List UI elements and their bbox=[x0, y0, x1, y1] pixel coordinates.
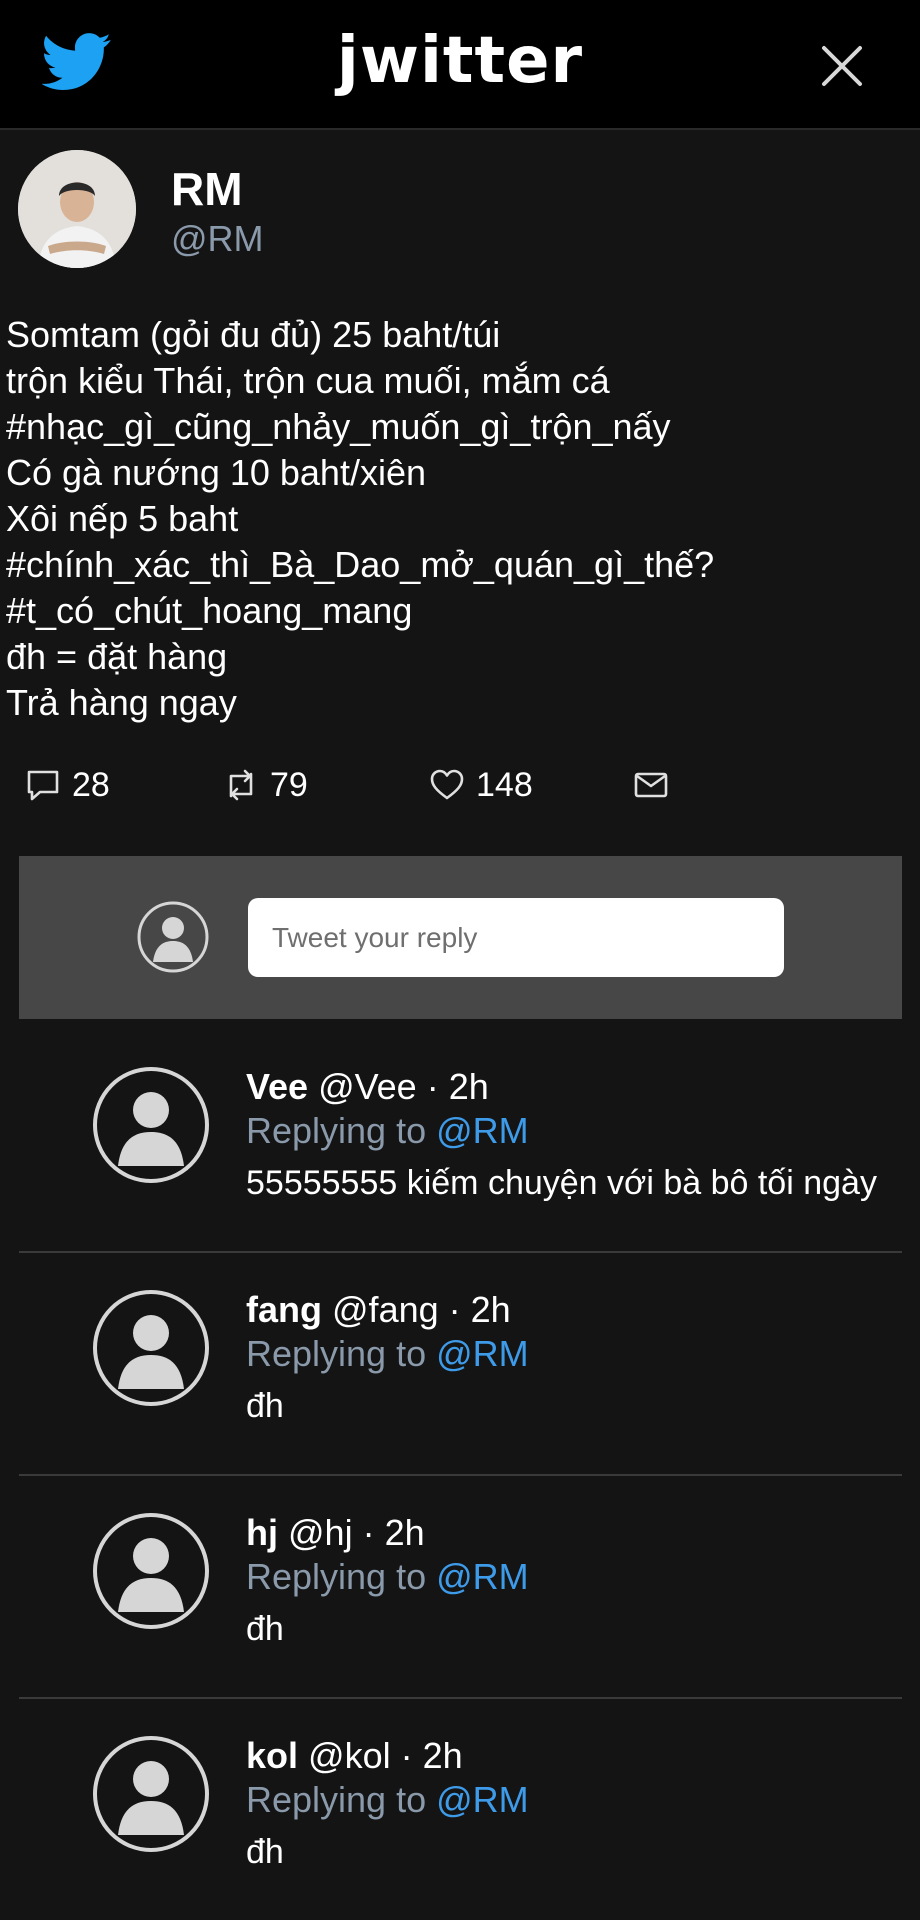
reply-item[interactable]: hj @hj · 2h Replying to @RM đh bbox=[0, 1476, 920, 1699]
author-handle[interactable]: @RM bbox=[171, 218, 264, 260]
like-action-button[interactable]: 148 bbox=[428, 760, 533, 810]
reply-author-handle[interactable]: @kol bbox=[308, 1735, 391, 1776]
user-avatar-icon[interactable] bbox=[92, 1066, 210, 1184]
reply-author-name[interactable]: fang bbox=[246, 1289, 322, 1330]
tweet-line: Có gà nướng 10 baht/xiên bbox=[6, 452, 426, 493]
tweet-line: Xôi nếp 5 baht bbox=[6, 498, 239, 539]
reply-author-handle[interactable]: @Vee bbox=[318, 1066, 417, 1107]
replying-to: Replying to @RM bbox=[246, 1333, 529, 1375]
reply-text: đh bbox=[246, 1387, 284, 1425]
tweet-actions: 28 79 148 bbox=[0, 760, 920, 810]
reply-author-name[interactable]: hj bbox=[246, 1512, 278, 1553]
user-avatar-icon[interactable] bbox=[92, 1735, 210, 1853]
reply-header: hj @hj · 2h bbox=[246, 1512, 425, 1554]
reply-list: Vee @Vee · 2h Replying to @RM 55555555 k… bbox=[0, 1030, 920, 1920]
user-avatar-icon[interactable] bbox=[92, 1512, 210, 1630]
tweet-line: Trả hàng ngay bbox=[6, 682, 237, 723]
tweet-line: đh = đặt hàng bbox=[6, 636, 228, 677]
mention-link[interactable]: @RM bbox=[436, 1110, 529, 1151]
replying-label: Replying to bbox=[246, 1333, 427, 1374]
reply-author-handle[interactable]: @hj bbox=[288, 1512, 353, 1553]
tweet-hashtag[interactable]: #nhạc_gì_cũng_nhảy_muốn_gì_trộn_nấy bbox=[6, 404, 906, 450]
author-name[interactable]: RM bbox=[171, 162, 243, 216]
reply-text: đh bbox=[246, 1833, 284, 1871]
mail-icon bbox=[634, 772, 668, 798]
close-icon[interactable] bbox=[818, 42, 866, 90]
tweet-hashtag[interactable]: #t_có_chút_hoang_mang bbox=[6, 588, 906, 634]
replying-to: Replying to @RM bbox=[246, 1110, 529, 1152]
mention-link[interactable]: @RM bbox=[436, 1556, 529, 1597]
retweet-action-button[interactable]: 79 bbox=[222, 760, 308, 810]
reply-time: · 2h bbox=[400, 1735, 463, 1776]
replying-to: Replying to @RM bbox=[246, 1556, 529, 1598]
replying-to: Replying to @RM bbox=[246, 1779, 529, 1821]
retweet-icon bbox=[229, 769, 253, 801]
reply-composer bbox=[19, 856, 902, 1019]
message-action-button[interactable] bbox=[632, 760, 670, 810]
reply-item[interactable]: fang @fang · 2h Replying to @RM đh bbox=[0, 1253, 920, 1476]
reply-text: đh bbox=[246, 1610, 284, 1648]
reply-input[interactable] bbox=[248, 898, 784, 977]
top-bar: jwitter bbox=[0, 0, 920, 130]
tweet-body: Somtam (gỏi đu đủ) 25 baht/túi trộn kiểu… bbox=[6, 312, 906, 726]
comment-icon bbox=[27, 770, 59, 801]
tweet-hashtag[interactable]: #chính_xác_thì_Bà_Dao_mở_quán_gì_thế? bbox=[6, 542, 906, 588]
heart-icon bbox=[430, 769, 464, 800]
reply-header: fang @fang · 2h bbox=[246, 1289, 511, 1331]
reply-header: Vee @Vee · 2h bbox=[246, 1066, 489, 1108]
reply-header: kol @kol · 2h bbox=[246, 1735, 463, 1777]
user-avatar-icon[interactable] bbox=[92, 1289, 210, 1407]
retweet-count: 79 bbox=[270, 765, 308, 804]
reply-time: · 2h bbox=[362, 1512, 425, 1553]
tweet-line: trộn kiểu Thái, trộn cua muối, mắm cá bbox=[6, 360, 610, 401]
reply-item[interactable]: kol @kol · 2h Replying to @RM đh bbox=[0, 1699, 920, 1920]
reply-count: 28 bbox=[72, 765, 110, 804]
app-logo: jwitter bbox=[336, 24, 584, 98]
mention-link[interactable]: @RM bbox=[436, 1333, 529, 1374]
user-avatar-icon bbox=[137, 901, 209, 973]
reply-text: 55555555 kiếm chuyện với bà bô tối ngày bbox=[246, 1164, 877, 1202]
mention-link[interactable]: @RM bbox=[436, 1779, 529, 1820]
replying-label: Replying to bbox=[246, 1556, 427, 1597]
tweet-line: Somtam (gỏi đu đủ) 25 baht/túi bbox=[6, 314, 501, 355]
author-avatar[interactable] bbox=[18, 150, 136, 268]
replying-label: Replying to bbox=[246, 1110, 427, 1151]
like-count: 148 bbox=[476, 765, 533, 804]
reply-time: · 2h bbox=[426, 1066, 489, 1107]
reply-author-name[interactable]: kol bbox=[246, 1735, 298, 1776]
reply-author-handle[interactable]: @fang bbox=[332, 1289, 439, 1330]
replying-label: Replying to bbox=[246, 1779, 427, 1820]
reply-item[interactable]: Vee @Vee · 2h Replying to @RM 55555555 k… bbox=[0, 1030, 920, 1253]
reply-action-button[interactable]: 28 bbox=[24, 760, 110, 810]
reply-author-name[interactable]: Vee bbox=[246, 1066, 308, 1107]
author-photo bbox=[18, 150, 136, 268]
reply-time: · 2h bbox=[448, 1289, 511, 1330]
